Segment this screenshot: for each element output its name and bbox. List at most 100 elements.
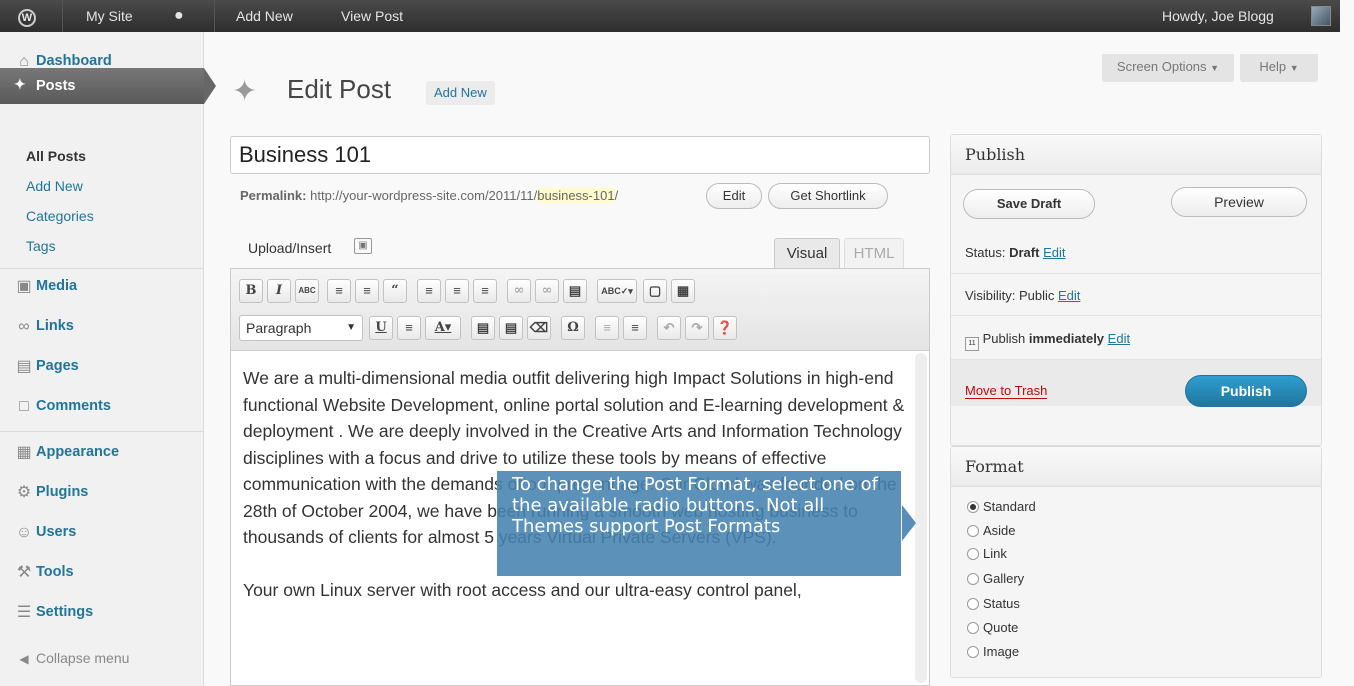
menu-plugins[interactable]: ⚙ Plugins	[0, 474, 204, 512]
visibility-edit-link[interactable]: Edit	[1058, 288, 1080, 303]
menu-media-label: Media	[36, 278, 78, 294]
format-option-label: Link	[983, 546, 1007, 561]
post-title-input[interactable]: Business 101	[230, 136, 930, 174]
format-option-label: Quote	[983, 620, 1019, 635]
format-option-quote[interactable]: Quote	[967, 620, 1018, 635]
help-label: Help	[1259, 59, 1287, 74]
collapse-menu[interactable]: ◀ Collapse menu	[0, 640, 204, 678]
pushpin-large-icon: ✦	[232, 75, 258, 108]
menu-appearance[interactable]: ▦ Appearance	[0, 434, 204, 472]
save-draft-button[interactable]: Save Draft	[963, 189, 1095, 219]
status-label: Status:	[965, 245, 1006, 260]
menu-pages[interactable]: ▤ Pages	[0, 348, 204, 386]
format-option-link[interactable]: Link	[967, 546, 1007, 561]
radio-icon[interactable]	[967, 525, 979, 537]
format-option-image[interactable]: Image	[967, 644, 1019, 659]
status-value: Draft	[1009, 245, 1040, 260]
settings-icon: ☰	[16, 604, 32, 621]
publish-time-row: 11 Publish immediately Edit	[965, 331, 1130, 351]
tools-icon: ⚒	[16, 564, 32, 581]
users-icon: ☺	[15, 524, 33, 541]
page-title: Edit Post	[287, 74, 392, 104]
links-icon: ∞	[18, 318, 30, 335]
upload-insert-label: Upload/Insert	[248, 240, 332, 256]
radio-icon[interactable]	[967, 622, 979, 634]
menu-settings[interactable]: ☰ Settings	[0, 594, 204, 632]
visibility-label: Visibility:	[965, 288, 1016, 303]
add-new-post-button[interactable]: Add New	[426, 81, 495, 105]
submenu-all-posts[interactable]: All Posts	[26, 148, 86, 164]
add-media-icon[interactable]: ▣	[354, 238, 372, 254]
format-option-label: Aside	[983, 523, 1016, 538]
format-option-status[interactable]: Status	[967, 596, 1020, 611]
menu-dashboard-label: Dashboard	[36, 53, 112, 69]
get-shortlink-button[interactable]: Get Shortlink	[768, 183, 888, 209]
move-to-trash-link[interactable]: Move to Trash	[965, 383, 1048, 399]
menu-pages-label: Pages	[36, 358, 79, 374]
radio-icon[interactable]	[967, 646, 979, 658]
editor-paragraph: Your own Linux server with root access a…	[243, 579, 802, 600]
chevron-down-icon: ▼	[1210, 63, 1220, 73]
menu-tools[interactable]: ⚒ Tools	[0, 554, 204, 592]
view-post-link[interactable]: View Post	[341, 0, 403, 32]
publish-button[interactable]: Publish	[1185, 375, 1307, 407]
submenu-tags[interactable]: Tags	[26, 238, 56, 254]
visibility-row: Visibility: Public Edit	[965, 288, 1080, 303]
publish-box: Publish Save Draft Preview Status: Draft…	[950, 134, 1322, 446]
radio-icon[interactable]	[967, 598, 979, 610]
appearance-icon: ▦	[16, 444, 32, 461]
format-help-tooltip: To change the Post Format, select one of…	[497, 471, 901, 576]
collapse-menu-label: Collapse menu	[36, 650, 130, 666]
comments-bubble-icon[interactable]: ●	[174, 0, 184, 32]
wordpress-logo-icon[interactable]: W	[18, 0, 36, 32]
add-new-link[interactable]: Add New	[236, 0, 293, 32]
format-option-label: Standard	[983, 499, 1036, 514]
format-option-aside[interactable]: Aside	[967, 523, 1016, 538]
format-box: Format Standard Aside Link Gallery Statu…	[950, 446, 1322, 678]
menu-users-label: Users	[36, 524, 77, 540]
publish-time-value: immediately	[1028, 331, 1105, 346]
tab-html[interactable]: HTML	[844, 238, 904, 268]
plugins-icon: ⚙	[16, 484, 32, 501]
avatar[interactable]	[1311, 6, 1331, 26]
submenu-add-new[interactable]: Add New	[26, 178, 83, 194]
publish-box-title: Publish	[951, 135, 1321, 175]
admin-bar: W My Site ● Add New View Post Howdy, Joe…	[0, 0, 1340, 32]
format-option-label: Gallery	[983, 571, 1025, 586]
permalink-label: Permalink:	[240, 188, 307, 203]
screen-options-button[interactable]: Screen Options ▼	[1102, 54, 1234, 82]
menu-media[interactable]: ▣ Media	[0, 268, 204, 306]
pages-icon: ▤	[16, 358, 32, 375]
permalink-row: Permalink: http://your-wordpress-site.co…	[240, 188, 618, 203]
my-site-link[interactable]: My Site	[86, 0, 133, 32]
menu-comments[interactable]: □ Comments	[0, 388, 204, 426]
permalink-slug[interactable]: business-101	[537, 188, 615, 203]
menu-links[interactable]: ∞ Links	[0, 308, 204, 346]
comments-icon: □	[19, 398, 29, 415]
menu-posts-label: Posts	[36, 78, 76, 94]
radio-icon[interactable]	[967, 573, 979, 585]
menu-users[interactable]: ☺ Users	[0, 514, 204, 552]
tooltip-arrow	[902, 505, 916, 541]
menu-posts[interactable]: ✦ Posts	[0, 68, 216, 104]
tab-visual[interactable]: Visual	[774, 238, 840, 268]
radio-selected-icon[interactable]	[967, 501, 979, 513]
submenu-categories[interactable]: Categories	[26, 208, 94, 224]
preview-button[interactable]: Preview	[1171, 187, 1307, 217]
permalink-edit-button[interactable]: Edit	[706, 183, 762, 209]
status-edit-link[interactable]: Edit	[1043, 245, 1065, 260]
radio-icon[interactable]	[967, 548, 979, 560]
publish-time-edit-link[interactable]: Edit	[1108, 331, 1130, 346]
collapse-arrow-icon: ◀	[19, 652, 29, 666]
help-button[interactable]: Help ▼	[1240, 54, 1318, 82]
chevron-down-icon: ▼	[1289, 63, 1299, 73]
format-option-label: Image	[983, 644, 1020, 659]
status-row: Status: Draft Edit	[965, 245, 1065, 260]
format-option-gallery[interactable]: Gallery	[967, 571, 1024, 586]
menu-comments-label: Comments	[36, 398, 111, 414]
editor-content[interactable]: We are a multi-dimensional media outfit …	[243, 281, 923, 629]
howdy-user-link[interactable]: Howdy, Joe Blogg	[1162, 0, 1274, 32]
menu-settings-label: Settings	[36, 604, 94, 620]
format-option-standard[interactable]: Standard	[967, 499, 1036, 514]
menu-tools-label: Tools	[36, 564, 74, 580]
